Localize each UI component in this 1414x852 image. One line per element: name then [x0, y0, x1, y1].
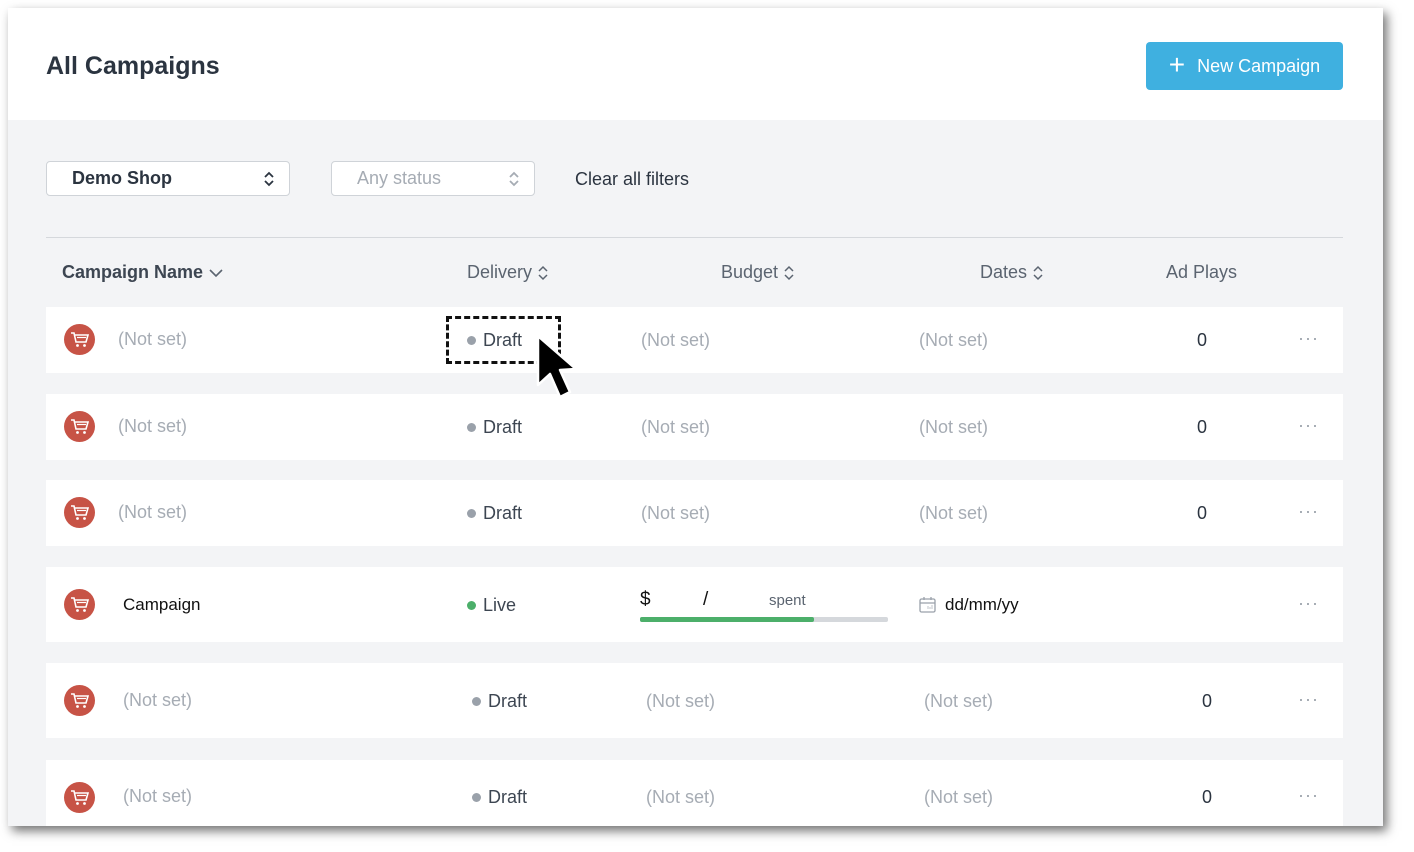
shopping-cart-icon [64, 411, 95, 442]
app-window: All Campaigns + New Campaign Demo Shop A… [8, 8, 1383, 826]
budget-progress-fill [640, 617, 814, 622]
shopping-cart-icon [64, 782, 95, 813]
more-options-icon[interactable]: ··· [1298, 785, 1319, 806]
column-header-campaign-name[interactable]: Campaign Name [62, 262, 223, 283]
column-header-ad-plays: Ad Plays [1166, 262, 1237, 283]
shopping-cart-icon [64, 685, 95, 716]
sort-icon [784, 265, 794, 280]
table-row[interactable]: (Not set) Draft (Not set) (Not set) 0 ··… [46, 480, 1343, 546]
table-row[interactable]: (Not set) Draft (Not set) (Not set) 0 ··… [46, 394, 1343, 460]
dates-value: (Not set) [924, 691, 994, 711]
more-options-icon[interactable]: ··· [1298, 689, 1319, 710]
campaign-name[interactable]: (Not set) [118, 329, 187, 350]
column-header-label: Dates [980, 262, 1028, 282]
table-row[interactable]: Campaign Live $ / spent dd/mm/yy ··· [46, 567, 1343, 642]
status-select[interactable]: Any status [331, 161, 535, 196]
mouse-pointer-icon [536, 334, 578, 399]
status-dot [467, 509, 476, 518]
campaign-name[interactable]: (Not set) [123, 690, 192, 711]
more-options-icon[interactable]: ··· [1298, 328, 1319, 349]
new-campaign-button[interactable]: + New Campaign [1146, 42, 1343, 90]
shopping-cart-icon [64, 497, 95, 528]
delivery-status-label: Draft [483, 417, 523, 437]
delivery-status-label: Draft [488, 691, 528, 711]
dates-value: (Not set) [919, 503, 989, 523]
budget-value: (Not set) [646, 787, 716, 807]
status-dot [472, 697, 481, 706]
divider [46, 237, 1343, 238]
delivery-status-label: Live [483, 595, 517, 615]
delivery-status: Draft [472, 691, 527, 712]
sort-icon [538, 265, 548, 280]
clear-filters-link[interactable]: Clear all filters [575, 169, 689, 190]
budget-value: (Not set) [641, 330, 711, 350]
column-header-dates[interactable]: Dates [980, 262, 1043, 283]
budget-progress-track [640, 617, 888, 622]
shop-select[interactable]: Demo Shop [46, 161, 290, 196]
column-header-label: Delivery [467, 262, 533, 282]
dates-placeholder[interactable]: dd/mm/yy [945, 595, 1019, 615]
table-row[interactable]: (Not set) Draft (Not set) (Not set) 0 ··… [46, 760, 1343, 826]
plus-icon: + [1168, 48, 1186, 80]
dates-value: (Not set) [924, 787, 994, 807]
delivery-status: Draft [467, 417, 522, 438]
more-options-icon[interactable]: ··· [1298, 501, 1319, 522]
budget-spent-label: spent [769, 592, 806, 609]
select-caret-icon [509, 171, 519, 187]
budget-value: (Not set) [641, 417, 711, 437]
chevron-down-icon [209, 268, 223, 277]
delivery-status-label: Draft [488, 787, 528, 807]
campaign-name[interactable]: (Not set) [118, 502, 187, 523]
dates-value: (Not set) [919, 330, 989, 350]
column-header-label: Ad Plays [1166, 262, 1238, 282]
status-dot [472, 793, 481, 802]
calendar-icon[interactable] [919, 596, 936, 618]
ad-plays-value: 0 [1197, 417, 1208, 437]
new-campaign-label: New Campaign [1197, 55, 1321, 76]
delivery-status: Draft [472, 787, 527, 808]
more-options-icon[interactable]: ··· [1298, 593, 1319, 614]
page-title: All Campaigns [46, 52, 220, 80]
select-caret-icon [264, 171, 274, 187]
shopping-cart-icon [64, 324, 95, 355]
status-dot [467, 423, 476, 432]
ad-plays-value: 0 [1197, 503, 1208, 523]
budget-currency: $ [640, 589, 651, 610]
sort-icon [1033, 265, 1043, 280]
budget-separator: / [703, 589, 709, 610]
dates-value: (Not set) [919, 417, 989, 437]
ad-plays-value: 0 [1202, 691, 1213, 711]
ad-plays-value: 0 [1197, 330, 1208, 350]
shopping-cart-icon [64, 589, 95, 620]
status-dot [467, 601, 476, 610]
campaign-name[interactable]: (Not set) [118, 416, 187, 437]
table-row[interactable]: (Not set) Draft (Not set) (Not set) 0 ··… [46, 663, 1343, 738]
status-select-placeholder: Any status [357, 168, 442, 188]
column-header-label: Budget [721, 262, 779, 282]
shop-select-value: Demo Shop [72, 168, 173, 188]
column-header-label: Campaign Name [62, 262, 204, 282]
delivery-status: Live [467, 595, 516, 616]
campaign-name[interactable]: (Not set) [123, 786, 192, 807]
page-header: All Campaigns + New Campaign [8, 8, 1383, 120]
table-row[interactable]: (Not set) Draft (Not set) (Not set) 0 ··… [46, 307, 1343, 373]
delivery-status-label: Draft [483, 503, 523, 523]
more-options-icon[interactable]: ··· [1298, 415, 1319, 436]
column-header-delivery[interactable]: Delivery [467, 262, 548, 283]
campaign-name[interactable]: Campaign [123, 595, 201, 615]
ad-plays-value: 0 [1202, 787, 1213, 807]
delivery-status: Draft [467, 503, 522, 524]
budget-value: (Not set) [641, 503, 711, 523]
budget-value: (Not set) [646, 691, 716, 711]
column-header-budget[interactable]: Budget [721, 262, 794, 283]
